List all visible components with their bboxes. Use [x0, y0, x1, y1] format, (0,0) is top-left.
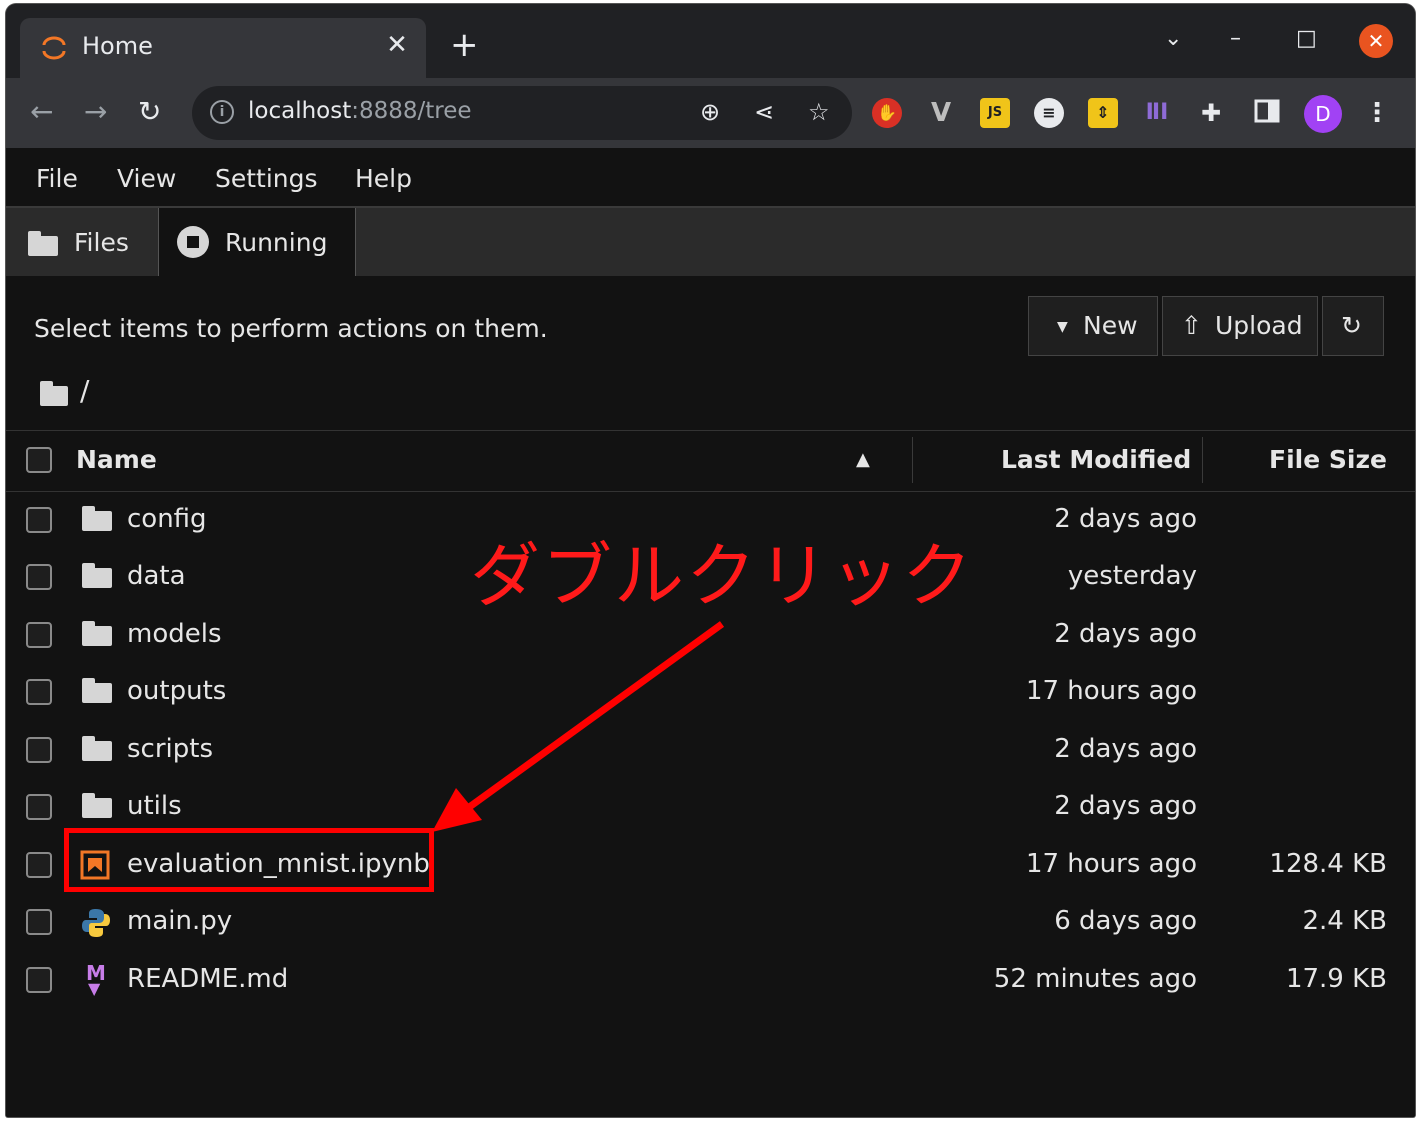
- annotation-highlight-box: [64, 828, 434, 892]
- annotation-arrow: [432, 621, 725, 832]
